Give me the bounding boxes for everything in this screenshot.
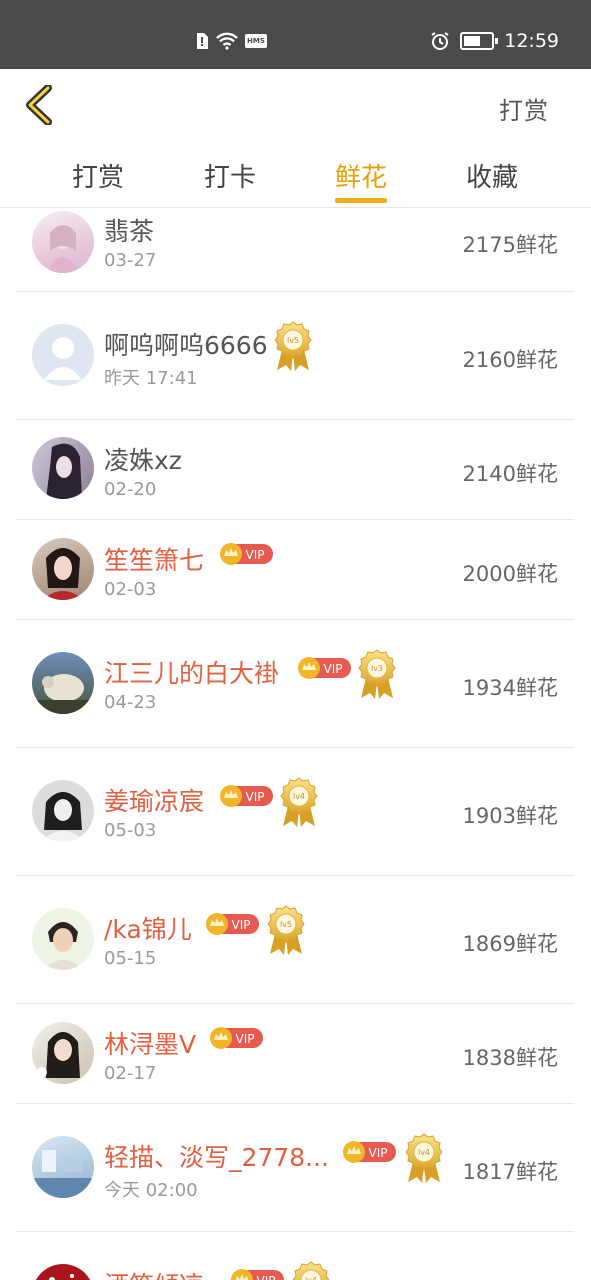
flower-count: 1817鲜花 <box>462 1160 558 1184</box>
vip-badge-icon: VIP <box>220 543 273 565</box>
status-time: 12:59 <box>504 30 559 52</box>
vip-badge-icon: VIP <box>206 913 259 935</box>
avatar <box>32 1022 94 1084</box>
avatar <box>32 780 94 842</box>
svg-text:lv4: lv4 <box>305 1276 317 1280</box>
user-name: 啊呜啊呜6666 <box>104 331 268 360</box>
avatar <box>32 1136 94 1198</box>
flower-ranking-list: 翡茶 03-27 2175鲜花 啊呜啊呜6666 lv5 昨天 17:41 21… <box>16 208 574 1280</box>
avatar <box>32 652 94 714</box>
flower-count: 2160鲜花 <box>462 348 558 372</box>
list-item[interactable]: 凌姝xz 02-20 2140鲜花 <box>16 420 574 520</box>
vip-badge-label: VIP <box>246 790 265 804</box>
hms-icon: HMS <box>245 34 267 48</box>
vip-badge-icon: VIP <box>220 785 273 807</box>
level-medal-icon: lv4 <box>280 777 318 827</box>
flower-count: 1838鲜花 <box>462 1046 558 1070</box>
list-item[interactable]: 轻描、淡写_2778... VIP lv4 今天 02:00 1817鲜花 <box>16 1104 574 1232</box>
level-medal-icon: lv5 <box>267 905 305 955</box>
chevron-left-icon[interactable] <box>22 85 56 125</box>
avatar <box>32 538 94 600</box>
level-medal-icon: lv3 <box>358 649 396 699</box>
status-bar: HMS 12:59 <box>0 0 591 69</box>
tab-favorites[interactable]: 收藏 <box>452 157 532 194</box>
alarm-icon <box>431 32 449 50</box>
list-item[interactable]: 笙笙箫七 VIP 02-03 2000鲜花 <box>16 520 574 620</box>
top-nav: 打赏 <box>0 69 591 139</box>
vip-badge-label: VIP <box>324 662 343 676</box>
flower-count: 1903鲜花 <box>462 804 558 828</box>
vip-badge-label: VIP <box>232 918 251 932</box>
user-name: 江三儿的白大褂 <box>104 659 280 688</box>
vip-badge-icon: VIP <box>298 657 351 679</box>
vip-badge-icon: VIP <box>343 1141 396 1163</box>
vip-badge-icon: VIP <box>210 1027 263 1049</box>
svg-text:lv3: lv3 <box>371 664 383 673</box>
user-name: 凌姝xz <box>104 446 182 475</box>
vip-badge-label: VIP <box>246 548 265 562</box>
list-item[interactable]: /ka锦儿 VIP lv5 05-15 1869鲜花 <box>16 876 574 1004</box>
flower-count: 1934鲜花 <box>462 676 558 700</box>
timestamp: 05-03 <box>104 820 157 841</box>
flower-count: 2000鲜花 <box>462 562 558 586</box>
timestamp: 今天 02:00 <box>104 1180 198 1201</box>
user-name: 轻描、淡写_2778... <box>104 1143 329 1172</box>
flower-count: 2175鲜花 <box>462 233 558 257</box>
user-name: 姜瑜凉宸 <box>104 787 205 816</box>
status-right: 12:59 <box>430 30 559 52</box>
battery-icon <box>460 32 499 50</box>
avatar <box>32 324 94 386</box>
avatar <box>32 211 94 273</box>
flower-count: 2140鲜花 <box>462 462 558 486</box>
list-item[interactable]: 啊呜啊呜6666 lv5 昨天 17:41 2160鲜花 <box>16 292 574 420</box>
tab-flowers[interactable]: 鲜花 <box>321 157 401 194</box>
avatar <box>32 908 94 970</box>
level-medal-icon: lv4 <box>292 1261 330 1280</box>
list-item[interactable]: 林浔墨V VIP 02-17 1838鲜花 <box>16 1004 574 1104</box>
timestamp: 昨天 17:41 <box>104 368 198 389</box>
level-medal-icon: lv4 <box>405 1133 443 1183</box>
user-name: /ka锦儿 <box>104 915 192 944</box>
level-medal-icon: lv5 <box>274 321 312 371</box>
svg-text:lv4: lv4 <box>293 792 305 801</box>
timestamp: 02-03 <box>104 579 157 600</box>
vip-badge-label: VIP <box>236 1032 255 1046</box>
wifi-icon <box>216 32 238 50</box>
timestamp: 05-15 <box>104 948 157 969</box>
reward-action[interactable]: 打赏 <box>499 91 549 126</box>
avatar <box>32 437 94 499</box>
svg-text:lv5: lv5 <box>280 920 292 929</box>
timestamp: 03-27 <box>104 250 157 271</box>
flower-count: 1869鲜花 <box>462 932 558 956</box>
sim-alert-icon <box>197 33 208 49</box>
list-item[interactable]: 姜瑜凉宸 VIP lv4 05-03 1903鲜花 <box>16 748 574 876</box>
list-item[interactable]: 江三儿的白大褂 VIP lv3 04-23 1934鲜花 <box>16 620 574 748</box>
svg-text:lv5: lv5 <box>287 336 299 345</box>
user-name: 笙笙箫七 <box>104 546 205 575</box>
list-item[interactable]: 洒笑倾凉 VIP lv4 <box>16 1232 574 1280</box>
status-icons: HMS <box>195 32 267 50</box>
list-item[interactable]: 翡茶 03-27 2175鲜花 <box>16 208 574 292</box>
user-name: 翡茶 <box>104 217 155 246</box>
user-name: 洒笑倾凉 <box>104 1266 204 1280</box>
vip-badge-label: VIP <box>369 1146 388 1160</box>
timestamp: 04-23 <box>104 692 157 713</box>
active-tab-indicator <box>335 198 387 203</box>
tab-bar: 打赏 打卡 鲜花 收藏 <box>0 139 591 208</box>
tab-reward[interactable]: 打赏 <box>58 157 138 194</box>
vip-badge-label: VIP <box>257 1274 276 1280</box>
svg-text:lv4: lv4 <box>418 1148 430 1157</box>
timestamp: 02-17 <box>104 1063 157 1084</box>
tab-checkin[interactable]: 打卡 <box>190 157 270 194</box>
vip-badge-icon: VIP <box>231 1269 284 1280</box>
avatar <box>32 1264 94 1280</box>
user-name: 林浔墨V <box>104 1030 197 1059</box>
timestamp: 02-20 <box>104 479 157 500</box>
